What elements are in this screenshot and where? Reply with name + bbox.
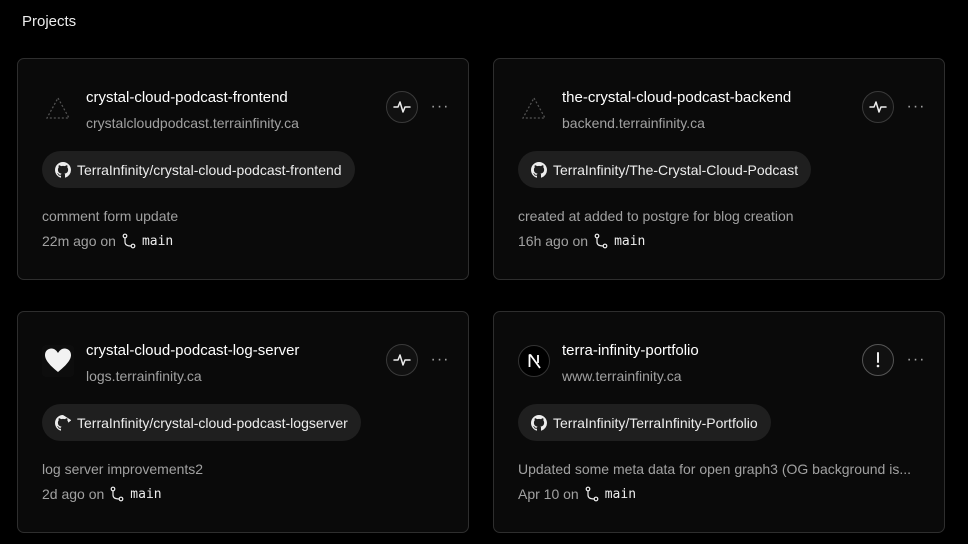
repo-name: TerraInfinity/The-Crystal-Cloud-Podcast [553, 161, 799, 178]
commit-meta: Apr 10 on main [518, 486, 636, 502]
branch-name[interactable]: main [605, 487, 636, 502]
commit-message[interactable]: log server improvements2 [42, 461, 203, 477]
git-branch-icon [585, 486, 599, 502]
more-options-button[interactable]: ··· [904, 348, 928, 372]
project-url[interactable]: logs.terrainfinity.ca [86, 368, 202, 384]
warning-button[interactable] [862, 344, 894, 376]
heart-icon [42, 345, 74, 377]
commit-meta: 22m ago on main [42, 233, 173, 249]
triangle-placeholder-icon [518, 92, 550, 124]
git-branch-icon [594, 233, 608, 249]
commit-time: Apr 10 on [518, 486, 579, 502]
repo-link[interactable]: TerraInfinity/crystal-cloud-podcast-logs… [42, 404, 361, 441]
github-icon [55, 414, 71, 431]
branch-name[interactable]: main [614, 234, 645, 249]
commit-meta: 16h ago on main [518, 233, 645, 249]
project-card[interactable]: the-crystal-cloud-podcast-backend backen… [493, 58, 945, 280]
project-name[interactable]: crystal-cloud-podcast-frontend [86, 89, 288, 106]
repo-link[interactable]: TerraInfinity/crystal-cloud-podcast-fron… [42, 151, 355, 188]
project-card[interactable]: crystal-cloud-podcast-log-server logs.te… [17, 311, 469, 533]
nextjs-logo-icon [518, 345, 550, 377]
more-options-button[interactable]: ··· [904, 95, 928, 119]
git-branch-icon [110, 486, 124, 502]
commit-time: 16h ago on [518, 233, 589, 249]
commit-time: 22m ago on [42, 233, 116, 249]
project-name[interactable]: crystal-cloud-podcast-log-server [86, 342, 299, 359]
commit-message[interactable]: comment form update [42, 208, 178, 224]
commit-time: 2d ago on [42, 486, 105, 502]
github-icon [531, 161, 547, 178]
project-url[interactable]: crystalcloudpodcast.terrainfinity.ca [86, 115, 299, 131]
activity-pulse-icon [869, 101, 887, 113]
repo-name: TerraInfinity/crystal-cloud-podcast-fron… [77, 161, 342, 178]
project-name[interactable]: the-crystal-cloud-podcast-backend [562, 89, 791, 106]
project-url[interactable]: backend.terrainfinity.ca [562, 115, 705, 131]
commit-meta: 2d ago on main [42, 486, 162, 502]
triangle-placeholder-icon [42, 92, 74, 124]
branch-name[interactable]: main [142, 234, 173, 249]
exclamation-warning-icon [876, 352, 880, 368]
more-options-button[interactable]: ··· [428, 348, 452, 372]
repo-name: TerraInfinity/TerraInfinity-Portfolio [553, 414, 758, 431]
activity-pulse-icon [393, 101, 411, 113]
repo-name: TerraInfinity/crystal-cloud-podcast-logs… [77, 414, 348, 431]
activity-pulse-icon [393, 354, 411, 366]
page-title: Projects [22, 13, 77, 30]
activity-button[interactable] [862, 91, 894, 123]
commit-message[interactable]: created at added to postgre for blog cre… [518, 208, 794, 224]
commit-message[interactable]: Updated some meta data for open graph3 (… [518, 461, 911, 477]
more-options-button[interactable]: ··· [428, 95, 452, 119]
github-icon [55, 161, 71, 178]
project-name[interactable]: terra-infinity-portfolio [562, 342, 699, 359]
activity-button[interactable] [386, 91, 418, 123]
repo-link[interactable]: TerraInfinity/TerraInfinity-Portfolio [518, 404, 771, 441]
github-icon [531, 414, 547, 431]
git-branch-icon [122, 233, 136, 249]
project-url[interactable]: www.terrainfinity.ca [562, 368, 682, 384]
project-card[interactable]: crystal-cloud-podcast-frontend crystalcl… [17, 58, 469, 280]
repo-link[interactable]: TerraInfinity/The-Crystal-Cloud-Podcast [518, 151, 812, 188]
activity-button[interactable] [386, 344, 418, 376]
branch-name[interactable]: main [130, 487, 161, 502]
project-card[interactable]: terra-infinity-portfolio www.terrainfini… [493, 311, 945, 533]
